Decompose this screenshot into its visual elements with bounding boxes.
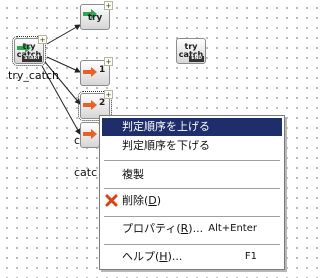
menu-item-help[interactable]: ヘルプ(H)... F1 — [102, 248, 282, 266]
node-text: try — [87, 13, 103, 23]
orange-arrow-icon — [83, 67, 97, 77]
menu-item-move-up[interactable]: 判定順序を上げる — [102, 118, 282, 136]
expand-badge[interactable]: + — [38, 35, 47, 44]
catch-node-1[interactable]: 1 + — [80, 57, 113, 86]
start-tag: START — [22, 56, 42, 62]
expand-badge[interactable]: + — [104, 57, 113, 66]
menu-item-move-down[interactable]: 判定順序を下げる — [102, 137, 282, 155]
menu-separator — [104, 160, 280, 161]
orange-arrow-icon — [83, 100, 97, 110]
orange-arrow-icon — [83, 129, 97, 139]
delete-x-icon — [105, 194, 118, 207]
try-node[interactable]: try + — [80, 1, 113, 30]
menu-item-duplicate[interactable]: 複製 — [102, 166, 282, 184]
catch-label-partial: c — [74, 134, 81, 147]
try-catch-start-node[interactable]: try catch START + — [12, 35, 47, 66]
menu-separator — [104, 216, 280, 217]
flow-canvas[interactable]: try + try catch START + try_catch try ca… — [0, 0, 292, 278]
connector-to-try — [46, 24, 81, 45]
end-tag: END — [189, 56, 204, 62]
try-catch-label: try_catch — [8, 69, 59, 82]
expand-badge[interactable]: + — [104, 1, 113, 10]
catch-node-3[interactable] — [80, 122, 100, 148]
shortcut-f1: F1 — [244, 251, 257, 262]
menu-separator — [104, 244, 280, 245]
catch-number: 2 — [99, 98, 106, 108]
menu-item-properties[interactable]: プロパティ(R)... Alt+Enter — [102, 220, 282, 238]
catch-number: 1 — [99, 65, 106, 75]
menu-separator — [104, 188, 280, 189]
shortcut-alt-enter: Alt+Enter — [208, 223, 257, 234]
try-catch-end-node[interactable]: try catch END — [176, 38, 206, 64]
expand-badge[interactable]: + — [104, 90, 113, 99]
catch-label: catc — [74, 166, 98, 179]
context-menu: 判定順序を上げる 判定順序を下げる 複製 削除(D) プロパティ(R)... A… — [99, 115, 285, 270]
menu-item-delete[interactable]: 削除(D) — [102, 192, 282, 210]
